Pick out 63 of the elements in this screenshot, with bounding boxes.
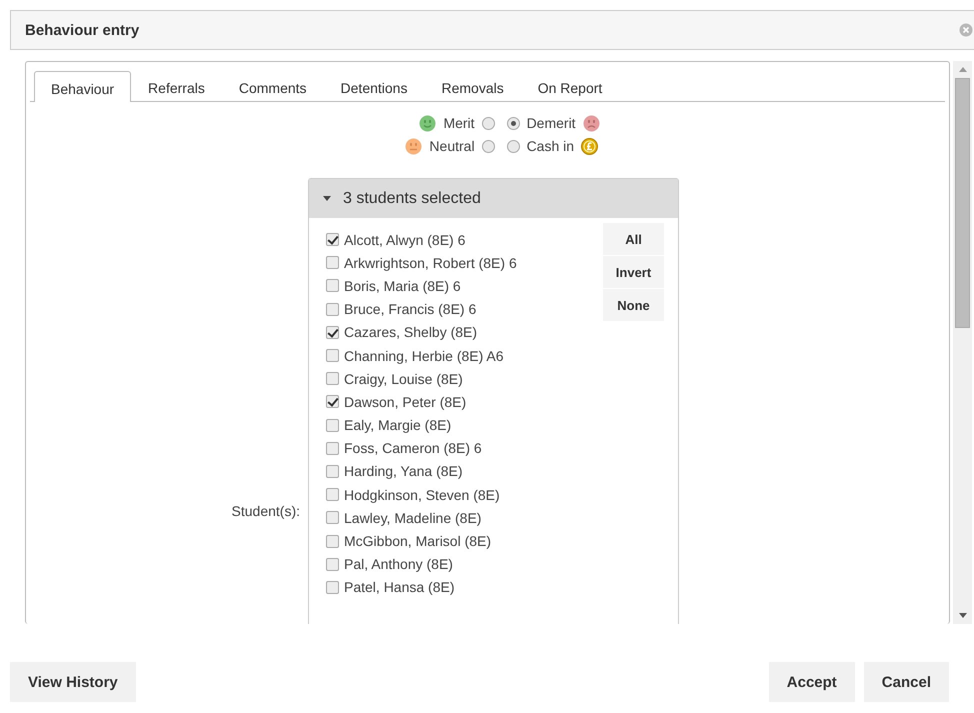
checkbox[interactable] xyxy=(326,418,339,432)
checkbox[interactable] xyxy=(326,349,339,362)
checkbox[interactable] xyxy=(326,395,339,408)
checkbox[interactable] xyxy=(326,464,339,478)
dialog-title: Behaviour entry xyxy=(25,22,140,38)
scrollbar[interactable] xyxy=(953,61,972,624)
student-name: Pal, Anthony (8E) xyxy=(344,556,453,572)
radio-button[interactable] xyxy=(506,116,520,130)
checkbox[interactable] xyxy=(326,326,339,339)
student-name: Arkwrightson, Robert (8E) 6 xyxy=(344,254,517,271)
student-name: Hodgkinson, Steven (8E) xyxy=(344,486,500,503)
student-name: Boris, Maria (8E) 6 xyxy=(344,278,461,294)
student-name: Foss, Cameron (8E) 6 xyxy=(344,440,482,456)
close-icon[interactable] xyxy=(959,23,973,37)
selection-summary: 3 students selected xyxy=(343,190,481,208)
checkbox[interactable] xyxy=(326,511,339,524)
student-name: Ealy, Margie (8E) xyxy=(344,417,452,434)
checkbox[interactable] xyxy=(326,488,339,502)
radio-label: Merit xyxy=(443,115,475,131)
checkbox[interactable] xyxy=(326,256,339,270)
checkbox[interactable] xyxy=(326,442,339,455)
checkbox[interactable] xyxy=(326,558,339,571)
invert-button[interactable]: Invert xyxy=(603,256,664,288)
checkbox[interactable] xyxy=(326,279,339,292)
student-name: Lawley, Madeline (8E) xyxy=(344,510,482,526)
checkbox[interactable] xyxy=(326,534,339,548)
checkbox[interactable] xyxy=(326,302,339,316)
history-button[interactable]: View History xyxy=(10,662,136,702)
sad-face-icon xyxy=(582,114,600,132)
radio-label: Neutral xyxy=(429,138,475,154)
tab[interactable]: Referrals xyxy=(131,72,222,102)
radio-label: Cash in xyxy=(526,138,574,154)
smiley-icon xyxy=(419,114,436,132)
tab[interactable]: Behaviour xyxy=(34,71,132,102)
student-name: Alcott, Alwyn (8E) 6 xyxy=(344,232,466,248)
neutral-face-icon xyxy=(405,138,422,154)
student-name: McGibbon, Marisol (8E) xyxy=(344,533,492,550)
tab[interactable]: Detentions xyxy=(324,72,424,102)
radio-button[interactable] xyxy=(482,140,495,152)
caret-icon xyxy=(323,196,331,201)
field-label: Student(s): xyxy=(232,503,300,519)
student-name: Channing, Herbie (8E) A6 xyxy=(344,348,504,364)
tab[interactable]: Removals xyxy=(424,72,521,102)
checkbox[interactable] xyxy=(326,372,339,386)
picker-header[interactable]: 3 students selected xyxy=(309,179,678,218)
student-name: Craigy, Louise (8E) xyxy=(344,370,463,387)
radio-label: Demerit xyxy=(526,115,576,131)
checkbox[interactable] xyxy=(326,580,339,594)
student-name: Bruce, Francis (8E) 6 xyxy=(344,301,476,318)
student-name: Cazares, Shelby (8E) xyxy=(344,324,478,340)
coin-icon xyxy=(581,138,598,154)
select-none-button[interactable]: None xyxy=(603,289,664,321)
radio-button[interactable] xyxy=(506,140,520,152)
student-name: Dawson, Peter (8E) xyxy=(344,394,466,410)
cancel-button[interactable]: Cancel xyxy=(864,662,949,702)
select-all-button[interactable]: All xyxy=(603,223,664,255)
tab[interactable]: On Report xyxy=(520,72,620,102)
student-name: Patel, Hansa (8E) xyxy=(344,579,454,596)
radio-button[interactable] xyxy=(482,116,495,130)
checkbox[interactable] xyxy=(326,233,339,246)
tab[interactable]: Comments xyxy=(222,72,324,102)
accept-button[interactable]: Accept xyxy=(768,662,855,702)
student-name: Harding, Yana (8E) xyxy=(344,463,463,480)
